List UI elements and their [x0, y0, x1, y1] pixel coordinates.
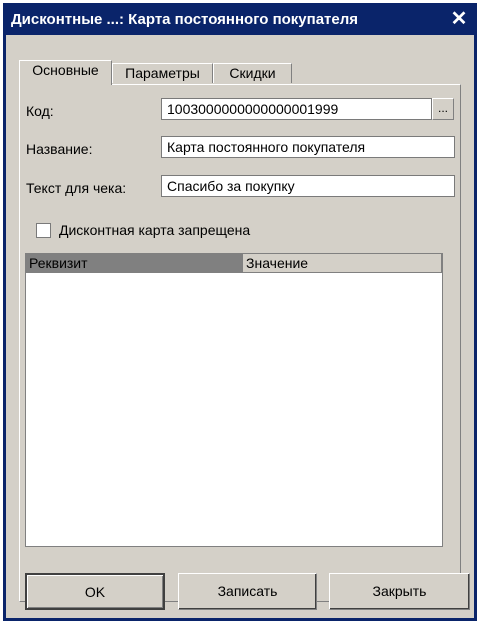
code-select-button[interactable]: ... — [432, 98, 454, 120]
receipt-text-field[interactable]: Спасибо за покупку — [161, 175, 455, 197]
card-forbidden-label[interactable]: Дисконтная карта запрещена — [59, 222, 250, 238]
attributes-grid[interactable]: Реквизит Значение — [25, 253, 443, 547]
tab-skidki[interactable]: Скидки — [213, 63, 292, 83]
code-label: Код: — [26, 103, 54, 119]
name-field[interactable]: Карта постоянного покупателя — [161, 136, 455, 158]
close-icon[interactable]: ✕ — [448, 8, 470, 30]
receipt-text-label: Текст для чека: — [26, 180, 127, 196]
tab-osnovnye[interactable]: Основные — [19, 60, 112, 85]
code-field[interactable]: 1003000000000000001999 — [161, 98, 432, 120]
ok-button[interactable]: OK — [25, 573, 165, 610]
tab-parametry[interactable]: Параметры — [112, 63, 213, 83]
name-label: Название: — [26, 141, 93, 157]
close-button[interactable]: Закрыть — [329, 573, 470, 610]
column-header-znachenie[interactable]: Значение — [243, 254, 442, 273]
card-forbidden-checkbox[interactable] — [36, 223, 51, 238]
dialog-client-area: Основные Параметры Скидки Код: 100300000… — [6, 35, 474, 618]
save-button[interactable]: Записать — [178, 573, 317, 610]
dialog-window: Дисконтные ...: Карта постоянного покупа… — [3, 3, 477, 621]
title-bar[interactable]: Дисконтные ...: Карта постоянного покупа… — [6, 6, 474, 35]
window-title: Дисконтные ...: Карта постоянного покупа… — [11, 11, 359, 28]
column-header-rekvizit[interactable]: Реквизит — [26, 254, 243, 273]
grid-header: Реквизит Значение — [26, 254, 442, 273]
